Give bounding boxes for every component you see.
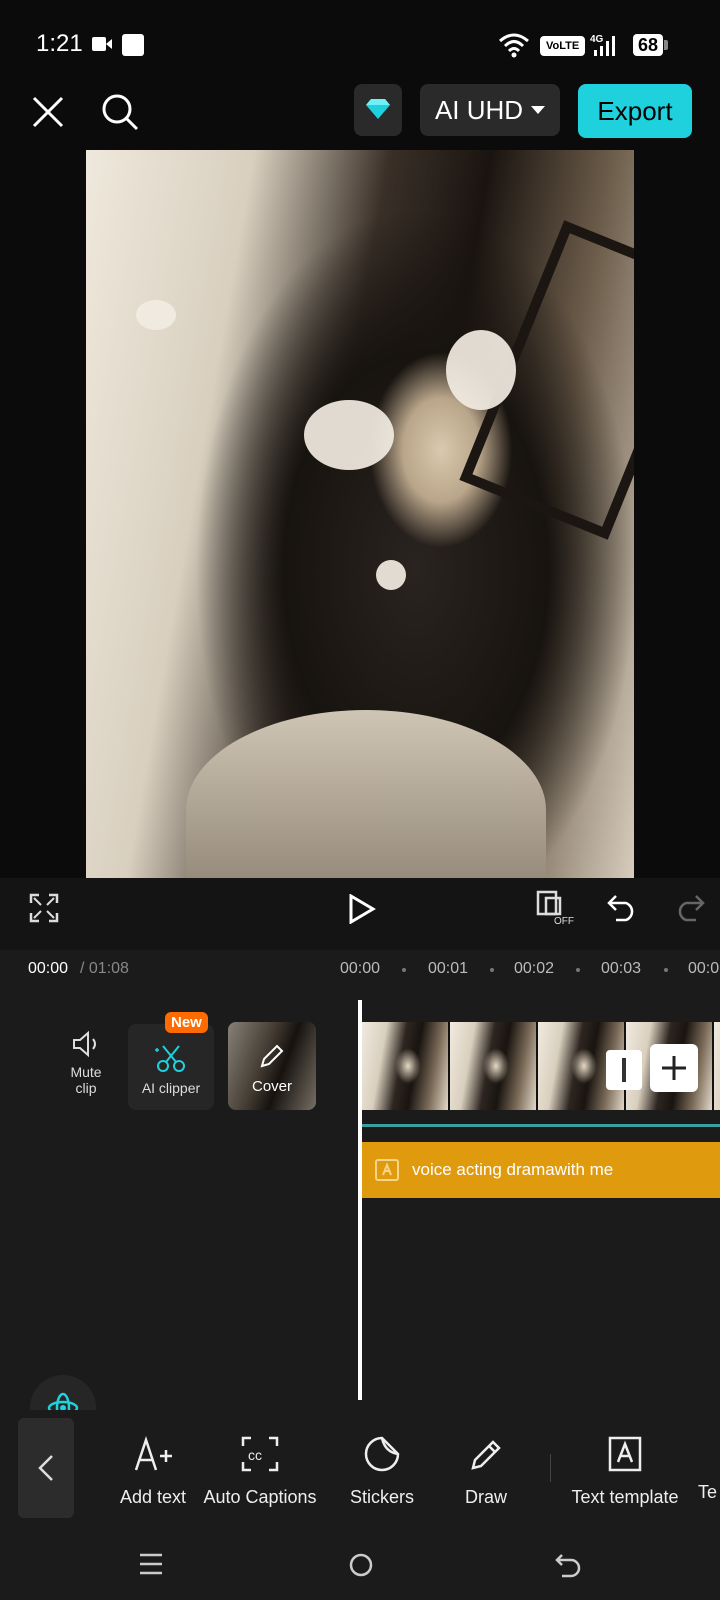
ruler-tick: 00:00 [340,960,381,977]
ruler-tick: 00:03 [601,960,642,977]
battery-icon [664,40,668,50]
clip-frame [450,1022,538,1110]
cover-button[interactable]: Cover [228,1022,316,1110]
notification-icon [122,34,144,56]
chevron-left-icon [38,1455,53,1481]
pencil-icon [260,1044,284,1068]
close-icon[interactable] [30,94,66,130]
svg-text:cc: cc [248,1447,262,1463]
ruler-tick: 00:02 [514,960,555,977]
stickers-label: Stickers [349,1487,414,1507]
toolbar-item-partial[interactable]: Te [698,1434,720,1503]
search-icon[interactable] [100,92,140,132]
keyframe-toggle-icon[interactable]: OFF [536,890,576,926]
toolbar-divider [550,1454,551,1482]
resolution-dropdown[interactable]: AI UHD [420,84,560,136]
add-text-label: Add text [119,1487,187,1507]
diamond-icon [366,99,390,119]
toolbar-back-button[interactable] [18,1418,74,1518]
sticker-icon [364,1436,400,1472]
current-time: 00:00 [28,960,69,977]
speaker-icon [73,1030,96,1058]
scissors-icon [155,1045,185,1072]
add-text-icon [134,1436,172,1471]
ruler-dot [576,968,580,972]
recent-apps-icon[interactable] [138,1552,164,1576]
export-button[interactable]: Export [578,84,692,138]
captions-icon: cc [241,1436,279,1472]
draw-button[interactable]: Draw [450,1434,522,1508]
ruler-dot [490,968,494,972]
back-icon[interactable] [554,1552,582,1578]
playhead[interactable] [358,1000,362,1400]
ai-clipper-button[interactable]: AI clipper [128,1024,214,1110]
split-marker-icon [622,1058,626,1082]
text-template-button[interactable]: Text template [562,1434,688,1508]
ruler-dot [664,968,668,972]
audio-line [362,1124,720,1127]
auto-captions-button[interactable]: cc Auto Captions [198,1434,322,1508]
chevron-down-icon [531,106,546,114]
text-template-label: Text template [571,1487,679,1507]
svg-text:4G: 4G [590,34,604,45]
video-recording-icon [92,37,112,51]
new-badge: New [165,1012,208,1033]
cover-label: Cover [251,1078,292,1095]
signal-icon: 4G [590,34,615,56]
add-clip-button[interactable] [650,1044,698,1092]
svg-text:OFF: OFF [554,916,574,926]
draw-label: Draw [464,1487,507,1507]
caption-text: voice acting dramawith me [412,1160,614,1179]
redo-icon[interactable] [674,892,706,922]
ruler-tick: 00:0 [688,960,720,977]
play-icon[interactable] [348,894,376,924]
auto-captions-label: Auto Captions [203,1487,317,1507]
total-duration: / 01:08 [80,960,129,977]
plus-icon [662,1056,686,1080]
ai-clipper-label: AI clipper [141,1080,201,1096]
ruler-tick: 00:01 [428,960,469,977]
add-text-button[interactable]: Add text [98,1434,208,1508]
partial-item-label: Te [698,1482,718,1502]
undo-icon[interactable] [606,892,638,922]
mute-clip-button[interactable]: Mute clip [62,1030,110,1096]
video-preview[interactable] [86,150,634,878]
text-template-icon [608,1436,642,1472]
caption-track[interactable]: voice acting dramawith me [362,1142,720,1198]
fullscreen-icon[interactable] [28,892,60,924]
stickers-button[interactable]: Stickers [336,1434,428,1508]
home-icon[interactable] [348,1552,374,1578]
battery-level: 68 [633,34,663,56]
clip-frame [714,1022,720,1110]
mute-clip-label: Mute clip [70,1064,102,1096]
resolution-label: AI UHD [434,94,524,125]
volte-badge: VoLTE [540,36,586,56]
text-template-icon [375,1159,399,1181]
ruler-dot [402,968,406,972]
clip-frame [362,1022,450,1110]
pen-icon [471,1440,501,1470]
wifi-icon [499,33,529,58]
status-time: 1:21 [36,30,83,57]
